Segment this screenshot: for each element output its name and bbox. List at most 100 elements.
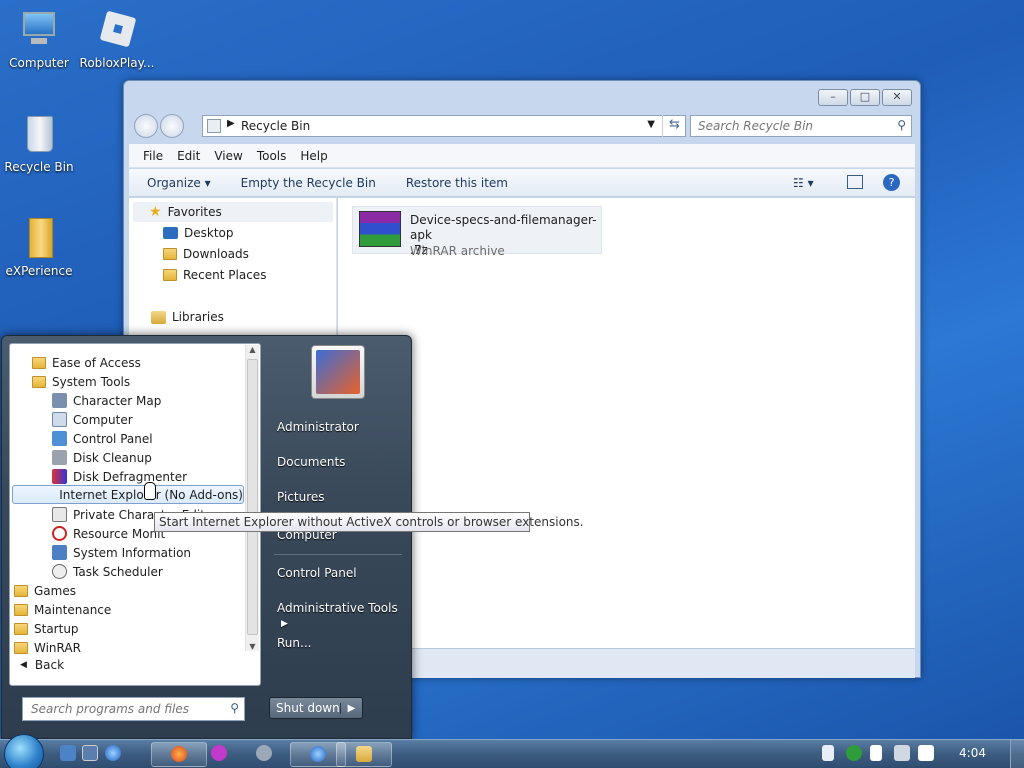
shutdown-label: Shut down: [276, 701, 340, 715]
nav-label: Libraries: [172, 310, 224, 324]
system-information-icon: [52, 545, 67, 560]
scroll-up-arrow[interactable]: ▲: [246, 345, 259, 354]
program-computer[interactable]: Computer: [52, 410, 133, 429]
start-item-documents[interactable]: Documents: [277, 455, 345, 469]
user-picture: [316, 350, 360, 394]
program-folder-startup[interactable]: Startup: [14, 619, 79, 638]
program-task-scheduler[interactable]: Task Scheduler: [52, 562, 163, 581]
search-icon[interactable]: ⚲: [897, 118, 906, 132]
app-icon[interactable]: [211, 745, 227, 761]
chevron-down-icon[interactable]: ▼: [647, 119, 655, 130]
show-desktop-icon[interactable]: [60, 745, 76, 761]
program-system-information[interactable]: System Information: [52, 543, 191, 562]
close-button[interactable]: ✕: [882, 89, 912, 106]
menu-file[interactable]: File: [143, 149, 163, 163]
breadcrumb-arrow-icon: ▶: [227, 118, 235, 129]
user-avatar[interactable]: [311, 345, 365, 399]
internet-explorer-icon: [310, 746, 326, 762]
desktop-icon: [163, 227, 178, 239]
help-icon[interactable]: ?: [883, 174, 900, 191]
back-button[interactable]: ◀ Back: [20, 658, 64, 672]
start-item-run[interactable]: Run...: [277, 636, 311, 650]
minimize-button[interactable]: –: [818, 89, 848, 106]
start-item-pictures[interactable]: Pictures: [277, 490, 325, 504]
taskbar-explorer[interactable]: [336, 742, 392, 767]
file-item[interactable]: Device-specs-and-filemanager-apk .7z Win…: [352, 206, 602, 258]
nav-recent-places[interactable]: Recent Places: [163, 265, 266, 285]
menu-edit[interactable]: Edit: [177, 149, 200, 163]
scroll-down-arrow[interactable]: ▼: [246, 642, 259, 651]
programs-scrollbar[interactable]: ▲ ▼: [245, 345, 259, 651]
start-item-administrative-tools[interactable]: Administrative Tools ▶: [277, 601, 411, 629]
maximize-button[interactable]: □: [850, 89, 880, 106]
menu-help[interactable]: Help: [300, 149, 327, 163]
media-icon[interactable]: [256, 745, 272, 761]
chevron-right-icon[interactable]: ▶: [340, 702, 362, 714]
forward-button[interactable]: [160, 114, 184, 138]
program-label: Task Scheduler: [73, 564, 163, 579]
organize-label: Organize: [147, 175, 201, 190]
disk-defragmenter-icon: [52, 469, 67, 484]
back-button[interactable]: [134, 114, 158, 138]
network-icon[interactable]: [894, 745, 910, 761]
program-folder-winrar[interactable]: WinRAR: [14, 638, 81, 657]
start-item-administrator[interactable]: Administrator: [277, 420, 359, 434]
private-character-editor-icon: [52, 507, 67, 522]
program-label: Computer: [73, 412, 133, 427]
desktop-icon-roblox[interactable]: RobloxPlay...: [78, 8, 156, 70]
notification-icon[interactable]: [822, 745, 834, 761]
refresh-button[interactable]: ⇆: [662, 115, 686, 137]
show-desktop-button[interactable]: [1010, 740, 1024, 768]
volume-muted-icon[interactable]: [918, 745, 934, 761]
search-icon[interactable]: ⚲: [230, 701, 239, 715]
program-label: Disk Cleanup: [73, 450, 152, 465]
search-input[interactable]: [691, 116, 881, 136]
desktop-icon-recycle-bin[interactable]: Recycle Bin: [0, 112, 78, 174]
program-control-panel[interactable]: Control Panel: [52, 429, 153, 448]
program-folder-games[interactable]: Games: [14, 581, 76, 600]
empty-recycle-bin-button[interactable]: Empty the Recycle Bin: [241, 176, 376, 190]
nav-desktop[interactable]: Desktop: [163, 223, 234, 243]
program-folder-system-tools[interactable]: System Tools: [32, 372, 130, 391]
view-options-icon[interactable]: ☷ ▾: [793, 176, 814, 190]
program-folder-ease-of-access[interactable]: Ease of Access: [32, 353, 141, 372]
taskbar-firefox[interactable]: [151, 742, 207, 767]
desktop-icon-label: Recycle Bin: [4, 160, 74, 174]
internet-explorer-icon[interactable]: [105, 745, 121, 761]
organize-button[interactable]: Organize ▾: [147, 176, 211, 190]
program-folder-maintenance[interactable]: Maintenance: [14, 600, 111, 619]
file-type: WinRAR archive: [410, 244, 505, 258]
program-internet-explorer-no-addons[interactable]: Internet Explorer (No Add-ons): [12, 485, 244, 504]
clock[interactable]: 4:04: [959, 746, 986, 760]
menu-view[interactable]: View: [214, 149, 242, 163]
address-bar[interactable]: ▶ Recycle Bin ▼: [202, 115, 686, 137]
hand-cursor-icon: [144, 482, 156, 500]
program-disk-cleanup[interactable]: Disk Cleanup: [52, 448, 152, 467]
security-shield-icon[interactable]: [846, 745, 862, 761]
program-resource-monitor[interactable]: Resource Monit: [52, 524, 165, 543]
desktop-icon-computer[interactable]: Computer: [0, 8, 78, 70]
nav-favorites[interactable]: ★ Favorites: [133, 202, 333, 222]
nav-libraries[interactable]: Libraries: [151, 307, 224, 327]
shutdown-button[interactable]: Shut down ▶: [269, 697, 363, 719]
preview-pane-icon[interactable]: [847, 175, 863, 189]
resource-monitor-icon: [52, 526, 67, 541]
desktop-icon-experience[interactable]: eXPerience: [0, 216, 78, 278]
start-search-box: ⚲: [22, 697, 245, 721]
start-search-input[interactable]: [23, 698, 213, 720]
program-disk-defragmenter[interactable]: Disk Defragmenter: [52, 467, 187, 486]
scroll-thumb[interactable]: [247, 359, 258, 635]
menu-tools[interactable]: Tools: [257, 149, 287, 163]
switch-windows-icon[interactable]: [82, 745, 98, 761]
nav-downloads[interactable]: Downloads: [163, 244, 249, 264]
program-character-map[interactable]: Character Map: [52, 391, 161, 410]
start-button[interactable]: [4, 734, 44, 768]
desktop-icon-label: Computer: [9, 56, 69, 70]
breadcrumb: Recycle Bin: [241, 119, 311, 133]
restore-item-button[interactable]: Restore this item: [406, 176, 508, 190]
folder-icon: [356, 746, 372, 762]
action-center-flag-icon[interactable]: [870, 745, 882, 761]
desktop-icon-label: eXPerience: [5, 264, 73, 278]
back-label: Back: [34, 658, 65, 672]
start-item-control-panel[interactable]: Control Panel: [277, 566, 357, 580]
